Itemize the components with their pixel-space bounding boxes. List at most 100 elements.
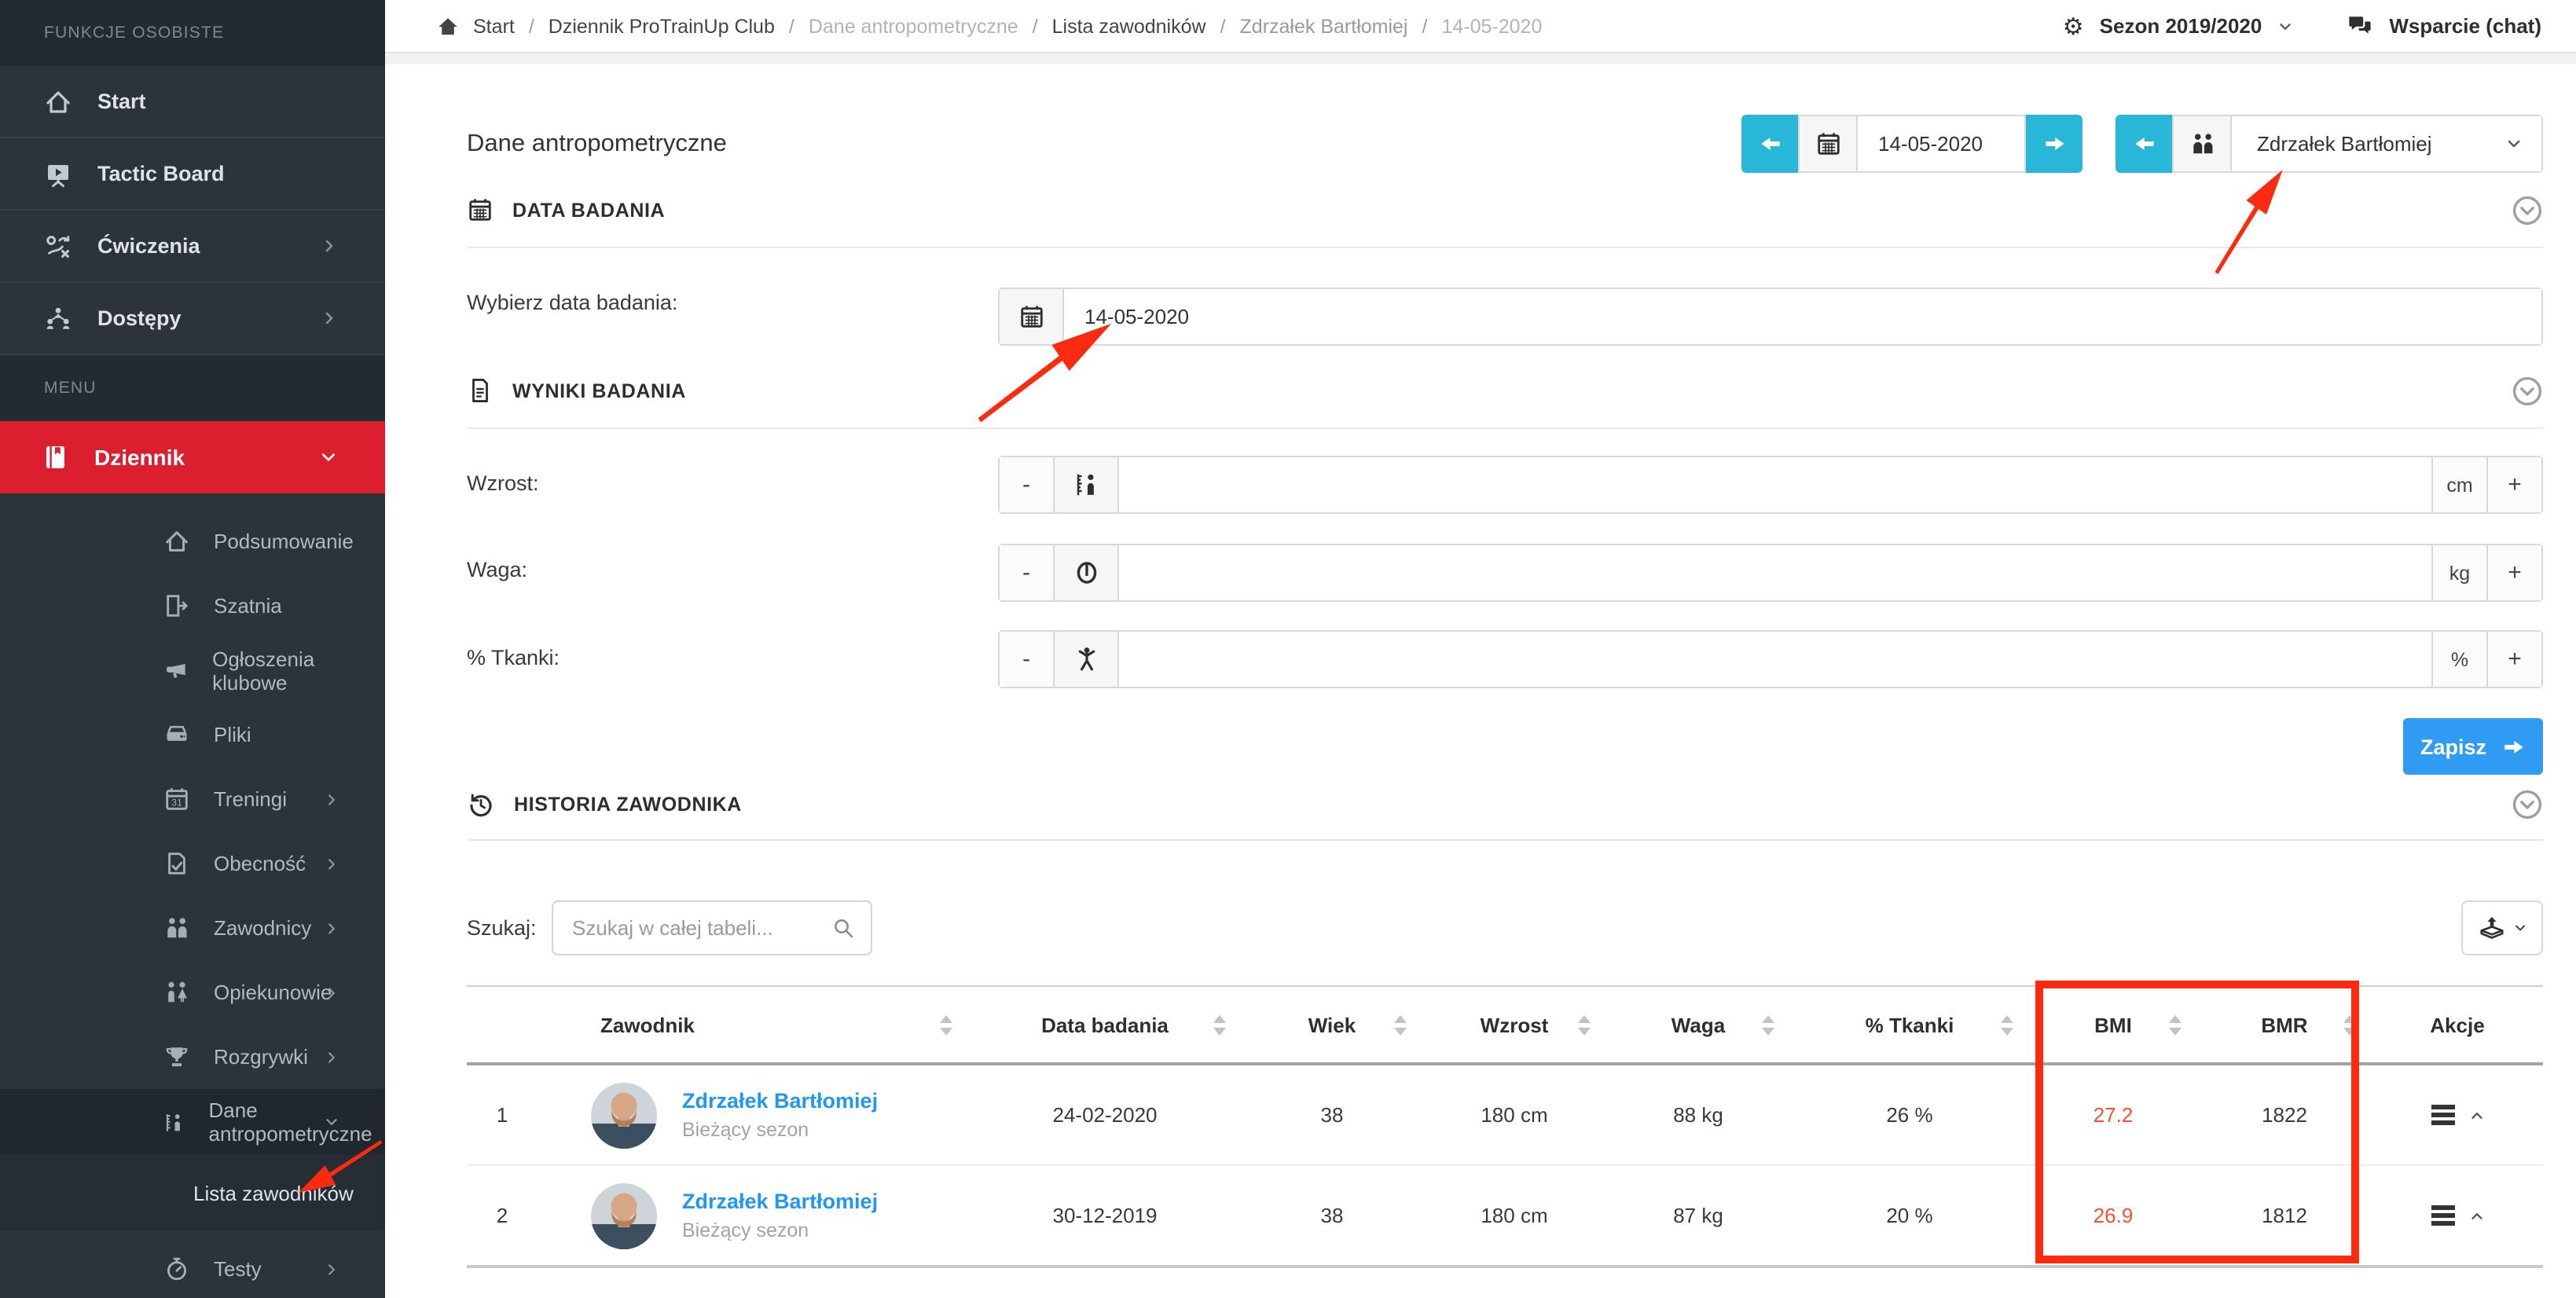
annotation-arrow-player-select xyxy=(2198,160,2297,280)
decrement-button[interactable]: - xyxy=(1000,457,1055,512)
sort-icon[interactable] xyxy=(940,1014,952,1035)
submenu-item-lista-zawodnikow[interactable]: Lista zawodników xyxy=(0,1155,385,1230)
submenu-item-ogloszenia[interactable]: Ogłoszenia klubowe xyxy=(0,638,385,702)
chevron-right-icon xyxy=(324,856,339,871)
avatar xyxy=(591,1182,657,1248)
chevron-down-icon[interactable] xyxy=(2277,18,2293,34)
sidebar-item-cwiczenia[interactable]: Ćwiczenia xyxy=(0,211,385,283)
header-zawodnik[interactable]: Zawodnik xyxy=(538,987,968,1062)
home-icon xyxy=(437,15,459,37)
row-index: 2 xyxy=(467,1204,538,1227)
header-label: Wiek xyxy=(1308,1013,1356,1036)
chevron-down-icon xyxy=(319,448,338,467)
height-input[interactable] xyxy=(1119,457,2431,512)
sort-icon[interactable] xyxy=(2001,1014,2013,1035)
document-check-icon xyxy=(163,850,190,877)
chevron-up-icon[interactable] xyxy=(2468,1107,2484,1123)
breadcrumb-player[interactable]: Zdrzałek Bartłomiej xyxy=(1240,15,1408,37)
date-nav-value[interactable]: 14-05-2020 xyxy=(1858,115,2026,173)
sort-icon[interactable] xyxy=(2343,1014,2356,1035)
sidebar-item-dostepy[interactable]: Dostępy xyxy=(0,283,385,355)
submenu-item-pliki[interactable]: Pliki xyxy=(0,702,385,767)
chevron-down-icon xyxy=(2512,921,2526,935)
fat-input[interactable] xyxy=(1119,632,2431,687)
collapse-section-icon[interactable] xyxy=(2512,376,2543,407)
cell-weight: 88 kg xyxy=(1606,1103,1790,1127)
season-selector[interactable]: Sezon 2019/2020 xyxy=(2100,14,2262,38)
submenu-item-obecnosc[interactable]: Obecność xyxy=(0,831,385,896)
decrement-button[interactable]: - xyxy=(1000,545,1055,600)
table-row: 1 Zdrzałek Bartłomiej xyxy=(467,1065,2543,1166)
submenu-item-zawodnicy[interactable]: Zawodnicy xyxy=(0,896,385,960)
sort-icon[interactable] xyxy=(1394,1014,1407,1035)
header-wzrost[interactable]: Wzrost xyxy=(1422,987,1606,1062)
support-chat-link[interactable]: Wsparcie (chat) xyxy=(2389,14,2541,38)
search-input[interactable] xyxy=(553,915,831,941)
prev-player-button[interactable] xyxy=(2115,115,2172,173)
weight-input[interactable] xyxy=(1119,545,2431,600)
export-button[interactable] xyxy=(2461,900,2543,955)
sidebar-item-start[interactable]: Start xyxy=(0,66,385,138)
sort-icon[interactable] xyxy=(2169,1014,2182,1035)
submenu-item-treningi[interactable]: Treningi xyxy=(0,767,385,831)
player-select[interactable]: Zdrzałek Bartłomiej xyxy=(2232,115,2543,173)
submenu-item-szatnia[interactable]: Szatnia xyxy=(0,574,385,638)
header-bmi[interactable]: BMI xyxy=(2029,987,2197,1062)
header-data-badania[interactable]: Data badania xyxy=(968,987,1242,1062)
increment-button[interactable]: + xyxy=(2486,545,2541,600)
next-date-button[interactable] xyxy=(2026,115,2082,173)
calendar-icon xyxy=(467,196,494,223)
header-tkanki[interactable]: % Tkanki xyxy=(1790,987,2029,1062)
player-season: Bieżący sezon xyxy=(682,1219,878,1241)
header-bmr[interactable]: BMR xyxy=(2197,987,2372,1062)
sidebar-section-personal: FUNKCJE OSOBISTE xyxy=(0,0,385,66)
calendar-icon xyxy=(163,786,190,812)
sidebar-item-dziennik[interactable]: Dziennik xyxy=(0,421,385,493)
breadcrumb-start[interactable]: Start xyxy=(473,15,515,37)
chevron-right-icon xyxy=(324,1261,339,1277)
submenu-item-dane-antropometryczne[interactable]: Dane antropometryczne xyxy=(0,1089,385,1155)
exam-date-input-group xyxy=(998,288,2543,346)
breadcrumb-separator: / xyxy=(1422,15,1428,37)
save-button[interactable]: Zapisz xyxy=(2403,718,2543,775)
submenu-item-label: Opiekunowie xyxy=(214,981,332,1004)
height-measure-icon xyxy=(1073,471,1099,498)
sort-icon[interactable] xyxy=(1762,1014,1774,1035)
topbar-right: ⚙ Sezon 2019/2020 Wsparcie (chat) xyxy=(2063,12,2541,40)
actions-menu-icon[interactable] xyxy=(2431,1105,2454,1125)
breadcrumb-dziennik-club[interactable]: Dziennik ProTrainUp Club xyxy=(549,15,775,37)
history-table: Zawodnik Data badania Wiek Wzrost Waga xyxy=(467,985,2543,1268)
submenu-item-label: Pliki xyxy=(214,723,251,746)
player-name-link[interactable]: Zdrzałek Bartłomiej xyxy=(682,1190,878,1213)
sidebar-item-label: Ćwiczenia xyxy=(97,234,200,258)
cell-weight: 87 kg xyxy=(1606,1204,1790,1227)
sort-icon[interactable] xyxy=(1578,1014,1591,1035)
increment-button[interactable]: + xyxy=(2486,457,2541,512)
chevron-right-icon xyxy=(324,984,339,1000)
decrement-button[interactable]: - xyxy=(1000,632,1055,687)
chevron-down-icon xyxy=(324,1114,339,1130)
increment-button[interactable]: + xyxy=(2486,632,2541,687)
submenu-item-testy[interactable]: Testy xyxy=(0,1237,385,1298)
submenu-item-rozgrywki[interactable]: Rozgrywki xyxy=(0,1025,385,1089)
sidebar-item-tactic-board[interactable]: Tactic Board xyxy=(0,138,385,211)
cell-date: 30-12-2019 xyxy=(968,1204,1242,1227)
submenu-item-podsumowanie[interactable]: Podsumowanie xyxy=(0,509,385,574)
player-cell: Zdrzałek Bartłomiej Bieżący sezon xyxy=(538,1182,968,1248)
breadcrumb-lista-zawodnikow[interactable]: Lista zawodników xyxy=(1052,15,1206,37)
submenu-item-opiekunowie[interactable]: Opiekunowie xyxy=(0,960,385,1025)
height-field-label: Wzrost: xyxy=(467,471,539,495)
breadcrumb-dane-antropometryczne[interactable]: Dane antropometryczne xyxy=(809,15,1018,37)
chevron-up-icon[interactable] xyxy=(2468,1208,2484,1223)
prev-date-button[interactable] xyxy=(1741,115,1798,173)
collapse-section-icon[interactable] xyxy=(2512,789,2543,820)
exam-date-input[interactable] xyxy=(1064,289,2541,344)
collapse-section-icon[interactable] xyxy=(2512,195,2543,226)
header-waga[interactable]: Waga xyxy=(1606,987,1790,1062)
header-wiek[interactable]: Wiek xyxy=(1242,987,1422,1062)
actions-menu-icon[interactable] xyxy=(2431,1205,2454,1226)
sort-icon[interactable] xyxy=(1213,1014,1226,1035)
player-name-link[interactable]: Zdrzałek Bartłomiej xyxy=(682,1089,878,1113)
weight-field-label: Waga: xyxy=(467,558,527,581)
strategy-icon xyxy=(44,232,72,260)
